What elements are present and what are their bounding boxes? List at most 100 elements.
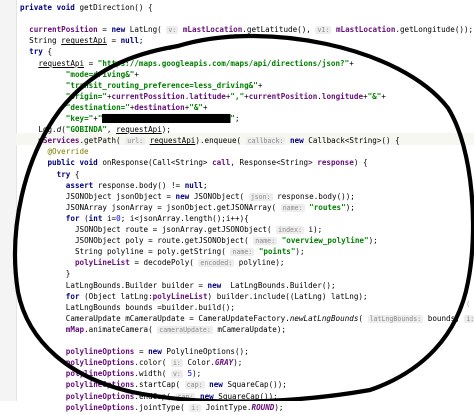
parameter-hint: encoded: bbox=[198, 259, 235, 268]
code-token: ).enqueue( bbox=[195, 136, 246, 146]
parameter-hint: i: bbox=[464, 314, 474, 323]
code-token: + bbox=[349, 58, 354, 68]
code-token: "origin=" bbox=[65, 91, 107, 101]
code-token: ; bbox=[138, 36, 144, 46]
code-token: LatLng( bbox=[129, 25, 167, 35]
code-line: requestApi = "https://maps.googleapis.co… bbox=[38, 58, 353, 69]
code-token: null bbox=[120, 36, 139, 46]
parameter-hint: cap: bbox=[175, 392, 196, 401]
code-token: SquareCap()); bbox=[227, 380, 287, 390]
code-token: Color. bbox=[182, 358, 215, 368]
code-token: "&" bbox=[189, 102, 203, 112]
code-token: String bbox=[29, 36, 62, 46]
code-token: polyline); bbox=[234, 258, 285, 268]
code-line: try { bbox=[57, 169, 80, 180]
code-token: ( bbox=[358, 313, 368, 323]
code-line: currentPosition = new LatLng( v: mLastLo… bbox=[29, 24, 473, 35]
code-line: polylineOptions = new PolylineOptions(); bbox=[66, 346, 249, 357]
code-token: , bbox=[106, 125, 117, 135]
code-token: "GOBINDA" bbox=[65, 125, 107, 135]
code-token: i= bbox=[106, 213, 117, 223]
code-token: "transit_routing_preference=less_driving… bbox=[65, 80, 258, 90]
code-token: = decodePoly( bbox=[129, 258, 199, 268]
code-line: JSONObject route = jsonArray.getJSONObje… bbox=[75, 224, 322, 235]
code-line: "mode=driving&"+ bbox=[66, 69, 139, 80]
code-token: GRAY bbox=[214, 358, 234, 368]
code-token: mMap bbox=[65, 324, 85, 334]
parameter-hint: name: bbox=[253, 237, 278, 246]
code-token: , Response<String> bbox=[230, 158, 318, 168]
code-token: polylineOptions bbox=[65, 402, 135, 412]
code-line: polyLineList = decodePoly( encoded: poly… bbox=[74, 257, 285, 268]
code-token: new bbox=[207, 280, 231, 290]
code-token: { bbox=[74, 169, 80, 179]
code-line: assert response.body() != null; bbox=[66, 180, 208, 191]
code-token: requestApi bbox=[61, 36, 107, 46]
code-line: "destination="+destination+"&"+ bbox=[66, 102, 208, 113]
parameter-hint: cap: bbox=[184, 381, 205, 390]
code-token: "mode=driving&" bbox=[65, 69, 135, 79]
code-line: LatLngBounds bounds =builder.build(); bbox=[66, 302, 235, 313]
code-line: } bbox=[66, 268, 71, 279]
code-token: .getPath( bbox=[79, 136, 126, 146]
code-token: { bbox=[47, 47, 53, 57]
parameter-hint: cameraUpdate: bbox=[157, 325, 213, 334]
code-token: ); bbox=[161, 125, 171, 135]
code-token: latitude bbox=[189, 91, 226, 101]
code-token: ) { bbox=[353, 158, 368, 168]
code-token: SquareCap()); bbox=[218, 391, 278, 401]
code-token: ; bbox=[234, 114, 240, 123]
code-token: + bbox=[134, 69, 139, 79]
code-token: "points" bbox=[258, 247, 296, 257]
code-token: requestApi bbox=[116, 125, 162, 135]
code-token: + bbox=[381, 91, 386, 101]
code-token: getDirection() { bbox=[79, 3, 153, 12]
code-line: Log.d("GOBINDA", requestApi); bbox=[38, 124, 171, 135]
code-line: for (int i=0; i<jsonArray.length();i++){ bbox=[66, 213, 249, 224]
code-token: ); bbox=[274, 402, 284, 412]
code-token: "routes" bbox=[309, 202, 346, 212]
code-token: "https://maps.googleapis.com/maps/api/di… bbox=[97, 58, 350, 68]
code-token: polylineOptions bbox=[65, 369, 135, 379]
code-line: "origin="+currentPossition.latitude+","+… bbox=[66, 91, 386, 102]
parameter-hint: name: bbox=[230, 248, 255, 257]
code-editor[interactable]: private void getDirection() {currentPosi… bbox=[0, 0, 474, 412]
code-token: currentPosition bbox=[248, 91, 318, 101]
code-token: LatLngBounds bounds =builder.build(); bbox=[65, 302, 235, 312]
parameter-hint: v: bbox=[166, 26, 179, 35]
code-token: polylineOptions bbox=[65, 347, 135, 357]
parameter-hint: callback: bbox=[245, 137, 286, 146]
code-token: requestApi bbox=[149, 136, 196, 146]
code-token: currentPosition bbox=[29, 25, 98, 35]
code-token: polyLineList bbox=[74, 258, 130, 268]
code-token: mLastLocation bbox=[182, 25, 243, 35]
parameter-hint: v: bbox=[170, 370, 183, 379]
code-token: i); bbox=[303, 225, 323, 234]
code-token: polylineOptions bbox=[65, 358, 135, 368]
code-token: + bbox=[202, 102, 208, 112]
code-token: public void bbox=[47, 158, 103, 168]
parameter-hint: json: bbox=[248, 192, 273, 201]
code-line: polylineOptions.color( i: Color.GRAY); bbox=[65, 357, 242, 368]
code-token: new bbox=[289, 136, 309, 146]
code-line: try { bbox=[29, 46, 52, 57]
code-token: currentPossition bbox=[111, 91, 185, 101]
code-line: JSONObject poly = route.getJSONObject( n… bbox=[75, 235, 378, 246]
code-token: String polyline = poly.getString( bbox=[74, 247, 231, 257]
code-line: "key="+"████████████████████████████"; bbox=[66, 113, 240, 124]
code-token: .jointType( bbox=[134, 402, 190, 412]
code-line: @Override bbox=[47, 146, 88, 157]
code-token: JSONArray jsonArray = jsonObject.getJSON… bbox=[65, 202, 281, 212]
code-token: call bbox=[212, 158, 231, 168]
code-token: new bbox=[148, 347, 167, 357]
code-token: response.body()); bbox=[272, 191, 355, 201]
code-token: JSONObject( bbox=[193, 191, 249, 201]
code-line: LatLngBounds.Builder builder = new LatLn… bbox=[66, 280, 336, 291]
code-token: ; bbox=[202, 180, 208, 190]
code-token: new bbox=[111, 25, 130, 35]
code-line: CameraUpdate mCameraUpdate = CameraUpdat… bbox=[66, 313, 474, 324]
code-line: mMap.animateCamera( cameraUpdate: mCamer… bbox=[66, 324, 286, 335]
code-line: "transit_routing_preference=less_driving… bbox=[66, 80, 263, 91]
code-token: LatLngBounds.Builder(); bbox=[230, 280, 336, 290]
code-token: ) builder.include((LatLng) latLng); bbox=[207, 291, 368, 301]
